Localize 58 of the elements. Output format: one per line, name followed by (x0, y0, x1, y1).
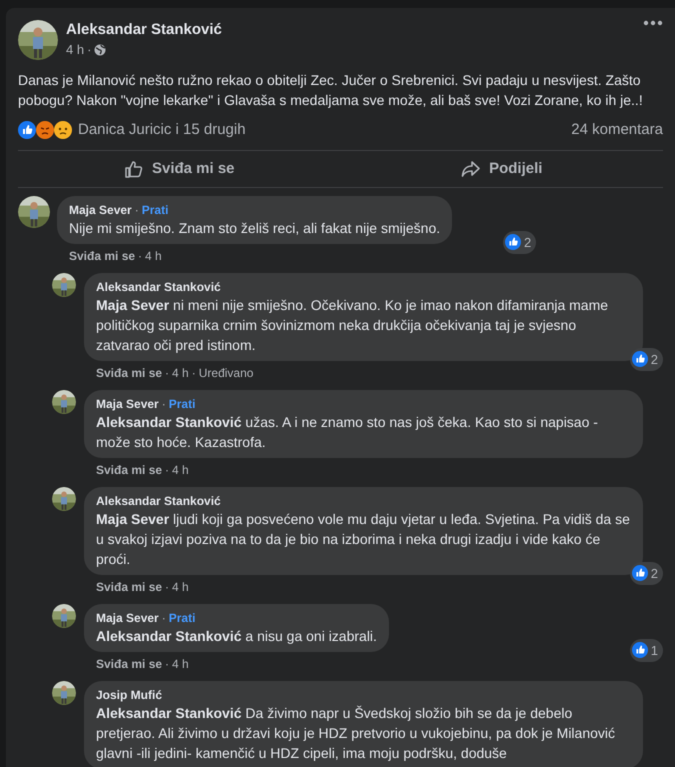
comment-time[interactable]: 4 h (172, 655, 189, 673)
more-options-icon[interactable] (643, 20, 663, 26)
follow-link[interactable]: Prati (168, 610, 196, 626)
like-link[interactable]: Sviđa mi se (69, 247, 136, 265)
author-name[interactable]: Aleksandar Stanković (66, 20, 643, 40)
follow-link[interactable]: Prati (168, 396, 196, 412)
like-icon (632, 642, 648, 658)
separator: · (165, 365, 170, 382)
comment-text: Aleksandar Stanković Da živimo napr u Švedskoj složio bih se da je debelo pretjerao. Ali živimo u državi koju je HDZ pretvorio u vukojebinu, pa dok je Milanović glavni -ili jedini- kamenčić u HDZ cipeli, ima moju podršku, doduše (96, 704, 616, 763)
post-time[interactable]: 4 h (66, 40, 84, 60)
comment-time[interactable]: 4 h (172, 578, 189, 596)
sad-emoji-icon (54, 121, 72, 139)
like-icon (632, 351, 648, 368)
reactions-link[interactable]: Danica Juricic i 15 drugih (78, 118, 246, 142)
share-arrow-icon (461, 160, 482, 178)
post-text: Danas je Milanović nešto ružno rekao o obitelji Zec. Jučer o Srebrenici. Svi padaju u nesvijest. Zašto pobogu? Nakon "vojne lekarke" i Glavaša s medaljama sve može, ali baš sve! Vozi Zorane, ko ih je..! (17, 71, 644, 110)
like-count-badge[interactable]: 2 (630, 562, 663, 585)
comment-time[interactable]: 4 h (172, 364, 189, 382)
like-icon (18, 121, 36, 139)
share-button[interactable]: Podijeli (340, 151, 663, 187)
like-icon (505, 234, 521, 250)
like-link[interactable]: Sviđa mi se (96, 578, 162, 596)
separator: · (134, 202, 139, 218)
separator: · (165, 462, 170, 479)
like-icon (632, 565, 648, 582)
separator: · (165, 579, 170, 596)
thumbs-up-icon (124, 159, 144, 179)
commenter-name[interactable]: Aleksandar Stanković (96, 279, 221, 295)
like-link[interactable]: Sviđa mi se (96, 461, 162, 479)
commenter-name[interactable]: Maja Sever (69, 202, 132, 218)
separator: · (165, 656, 170, 673)
commenter-name[interactable]: Aleksandar Stanković (96, 493, 221, 509)
like-button[interactable]: Sviđa mi se (18, 151, 340, 187)
commenter-name[interactable]: Maja Sever (96, 610, 159, 626)
comment-text: Aleksandar Stanković užas. A i ne znamo sto nas još čeka. Kao sto si napisao - može sto hoće. Kazastrofa. (96, 413, 599, 452)
globe-icon (94, 44, 106, 56)
follow-link[interactable]: Prati (142, 202, 168, 218)
like-link[interactable]: Sviđa mi se (96, 364, 162, 382)
comment-text: Maja Sever ni meni nije smiješno. Očekivano. Ko je imao nakon difamiranja mame političkog suparnika crnim šovinizmom neka drukčija očekivanja taj je svjesno zatvarao oči pred istinom. (96, 296, 610, 355)
like-link[interactable]: Sviđa mi se (96, 655, 162, 673)
like-count-badge[interactable]: 2 (630, 348, 663, 371)
separator: · (162, 396, 166, 412)
comment-time[interactable]: 4 h (145, 247, 162, 265)
separator: · (162, 610, 166, 626)
separator: · (138, 248, 142, 265)
edited-label[interactable]: Uređivano (198, 364, 254, 382)
comment-count-link[interactable]: 24 komentara (571, 118, 663, 142)
comment-text: Nije mi smiješno. Znam sto želiš reci, ali fakat nije smiješno. (69, 219, 440, 238)
like-count-badge[interactable]: 2 (503, 230, 536, 254)
comment-text: Maja Sever ljudi koji ga posvećeno vole mu daju vjetar u leđa. Svjetina. Pa vidiš da se u svakoj izjavi poziva na to da je bio na izborima i neka drugi izadju i vide kako će proći. (96, 510, 631, 569)
comment-time[interactable]: 4 h (172, 461, 189, 479)
like-count-badge[interactable]: 1 (630, 638, 663, 662)
comment-text: Aleksandar Stanković a nisu ga oni izabrali. (96, 627, 377, 646)
separator: · (87, 41, 92, 59)
separator: · (192, 365, 196, 382)
angry-emoji-icon (36, 121, 54, 139)
commenter-name[interactable]: Josip Mufić (96, 687, 162, 703)
commenter-name[interactable]: Maja Sever (96, 396, 159, 412)
